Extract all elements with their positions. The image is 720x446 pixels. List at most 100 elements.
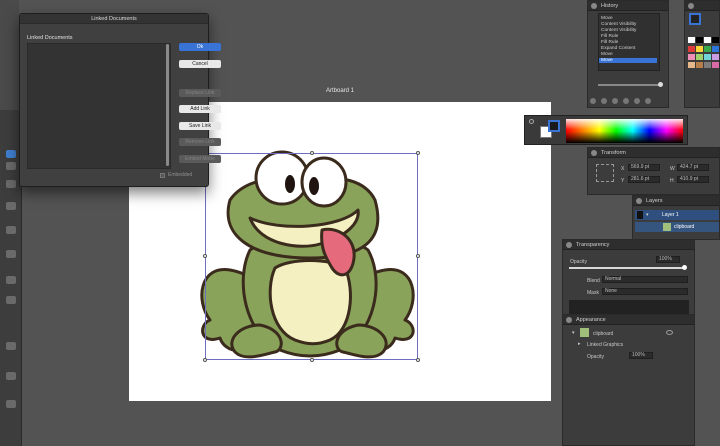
color-swatch[interactable]: [704, 62, 711, 68]
color-swatch[interactable]: [712, 37, 719, 43]
add-link-button[interactable]: Add Link: [179, 105, 221, 113]
delete-icon[interactable]: [645, 98, 651, 104]
appearance-opacity-field[interactable]: 100%: [629, 352, 653, 359]
close-icon[interactable]: [566, 316, 572, 323]
close-icon[interactable]: [688, 2, 694, 9]
type-tool-icon[interactable]: [6, 202, 16, 210]
ok-button[interactable]: Ok: [179, 43, 221, 51]
list-scrollbar[interactable]: [166, 44, 169, 166]
layer-row[interactable]: ▾ Layer 1: [635, 210, 719, 220]
options-icon[interactable]: [529, 119, 534, 124]
color-swatch[interactable]: [712, 54, 719, 60]
color-swatch[interactable]: [704, 37, 711, 43]
history-item[interactable]: Move: [601, 52, 613, 57]
close-icon[interactable]: [591, 149, 597, 156]
hand-tool-icon[interactable]: [6, 400, 16, 408]
color-swatch[interactable]: [712, 62, 719, 68]
layer-row[interactable]: clipboard: [635, 222, 719, 232]
color-swatch[interactable]: [696, 46, 703, 52]
history-item[interactable]: Fill Rule: [601, 34, 618, 39]
opacity-label: Opacity: [570, 259, 587, 265]
opacity-slider[interactable]: [569, 267, 685, 269]
pen-tool-icon[interactable]: [6, 180, 16, 188]
visibility-icon[interactable]: [666, 330, 673, 335]
eyedropper-tool-icon[interactable]: [6, 372, 16, 380]
history-slider-knob[interactable]: [658, 82, 663, 87]
replace-link-button[interactable]: Replace Link: [179, 89, 221, 97]
history-item[interactable]: Move: [601, 16, 613, 21]
h-field[interactable]: 410.9 pt: [677, 176, 709, 183]
chevron-down-icon[interactable]: ▾: [572, 330, 575, 336]
selection-handle[interactable]: [416, 358, 420, 362]
selection-handle[interactable]: [203, 254, 207, 258]
blend-label: Blend: [587, 278, 600, 284]
selection-tool-icon[interactable]: [6, 150, 16, 158]
chevron-right-icon[interactable]: ▸: [578, 341, 581, 347]
history-panel-header: History: [588, 1, 668, 11]
blend-select[interactable]: Normal: [602, 276, 688, 283]
selection-handle[interactable]: [203, 358, 207, 362]
direct-select-tool-icon[interactable]: [6, 162, 16, 170]
color-swatch[interactable]: [688, 37, 695, 43]
color-swatch[interactable]: [704, 46, 711, 52]
dialog-heading: Linked Documents: [27, 35, 73, 41]
close-icon[interactable]: [591, 2, 597, 9]
scale-tool-icon[interactable]: [6, 296, 16, 304]
record-icon[interactable]: [601, 98, 607, 104]
color-swatch[interactable]: [688, 54, 695, 60]
undo-icon[interactable]: [623, 98, 629, 104]
brush-tool-icon[interactable]: [6, 250, 16, 258]
linked-documents-dialog: Linked Documents Linked Documents Ok Can…: [19, 13, 221, 187]
embedded-checkbox[interactable]: Embedded: [160, 172, 192, 178]
w-field[interactable]: 424.7 pt: [677, 164, 709, 171]
opacity-field[interactable]: 100%: [656, 256, 680, 263]
selection-bounds[interactable]: [205, 153, 418, 360]
color-swatch[interactable]: [696, 37, 703, 43]
color-swatch[interactable]: [704, 54, 711, 60]
fill-stroke-icon[interactable]: [689, 13, 701, 25]
history-item[interactable]: Expand Content: [601, 46, 635, 51]
rotate-tool-icon[interactable]: [6, 276, 16, 284]
selection-handle[interactable]: [310, 358, 314, 362]
history-slider[interactable]: [598, 84, 662, 86]
color-swatch[interactable]: [696, 62, 703, 68]
chevron-down-icon[interactable]: ▾: [646, 212, 649, 218]
transform-panel-header: Transform: [588, 148, 719, 158]
color-swatch[interactable]: [688, 46, 695, 52]
color-spectrum[interactable]: [566, 119, 683, 143]
history-list[interactable]: Move Content Visibility Content Visibili…: [598, 13, 660, 71]
selection-handle[interactable]: [310, 151, 314, 155]
reference-point-icon[interactable]: [596, 164, 614, 182]
transparency-panel-header: Transparency: [563, 240, 694, 250]
mask-select[interactable]: None: [602, 288, 688, 295]
history-item[interactable]: Content Visibility: [601, 28, 636, 33]
x-field[interactable]: 569.9 pt: [628, 164, 660, 171]
close-icon[interactable]: [566, 241, 572, 248]
remove-link-button[interactable]: Remove Link: [179, 138, 221, 146]
y-field[interactable]: 281.6 pt: [628, 176, 660, 183]
save-link-button[interactable]: Save Link: [179, 122, 221, 130]
cancel-button[interactable]: Cancel: [179, 60, 221, 68]
layer-color-icon: [637, 211, 643, 219]
linked-documents-list[interactable]: [27, 43, 171, 169]
selection-handle[interactable]: [416, 254, 420, 258]
shape-tool-icon[interactable]: [6, 226, 16, 234]
history-item[interactable]: Fill Rule: [601, 40, 618, 45]
color-swatch[interactable]: [712, 46, 719, 52]
color-swatch[interactable]: [688, 62, 695, 68]
play-icon[interactable]: [590, 98, 596, 104]
history-item-selected[interactable]: Move: [599, 58, 657, 63]
gradient-tool-icon[interactable]: [6, 342, 16, 350]
appearance-panel: Appearance ▾ clipboard ▸ Linked Graphics…: [562, 314, 695, 446]
opacity-slider-knob[interactable]: [682, 265, 687, 270]
snapshot-icon[interactable]: [612, 98, 618, 104]
mask-label: Mask: [587, 290, 599, 296]
close-icon[interactable]: [636, 197, 642, 204]
history-item[interactable]: Content Visibility: [601, 22, 636, 27]
y-label: Y: [621, 178, 625, 184]
color-swatch[interactable]: [696, 54, 703, 60]
embed-mode-button[interactable]: Embed Mode: [179, 155, 221, 163]
stroke-swatch[interactable]: [548, 120, 560, 132]
redo-icon[interactable]: [634, 98, 640, 104]
selection-handle[interactable]: [416, 151, 420, 155]
